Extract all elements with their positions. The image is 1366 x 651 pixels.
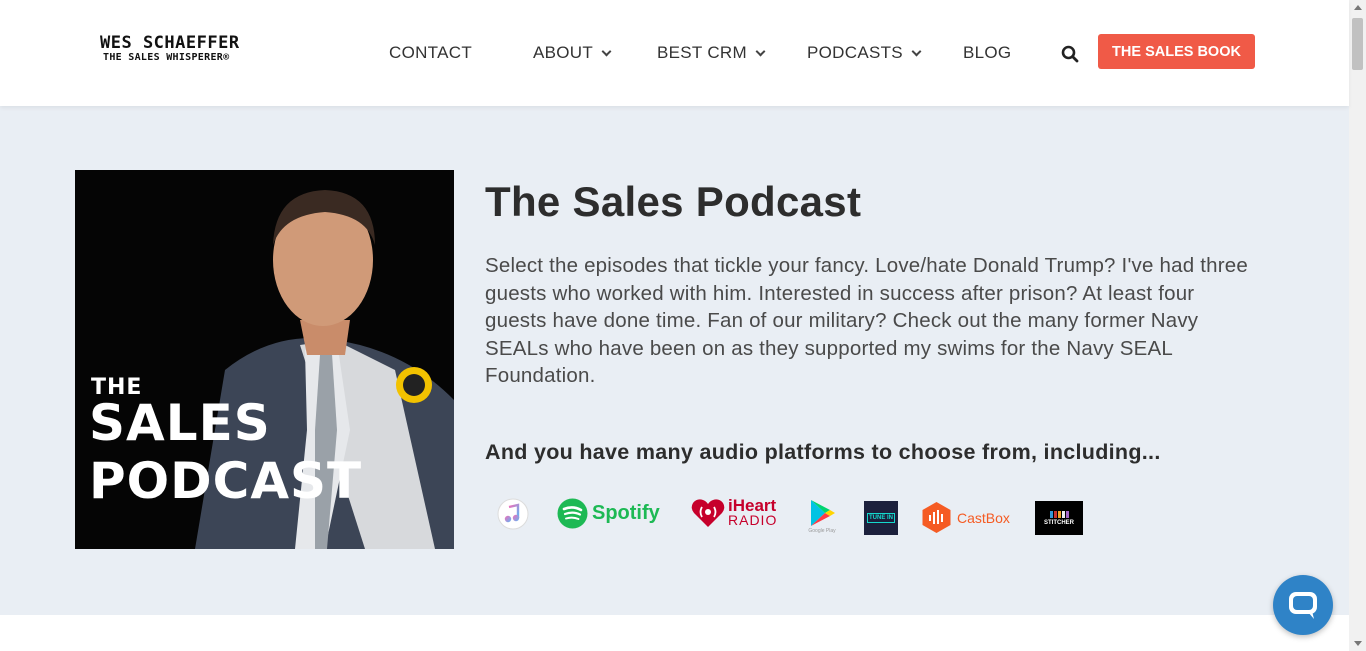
nav-blog-label: BLOG — [963, 43, 1012, 62]
platform-tunein[interactable]: TUNE IN — [864, 501, 898, 535]
nav-contact-label: CONTACT — [389, 43, 472, 62]
castbox-icon — [922, 502, 951, 533]
chevron-down-icon — [755, 46, 766, 56]
hero-section: THE SALES PODCAST The Sales Podcast Sele… — [0, 106, 1349, 615]
logo-name: WES SCHAEFFER — [100, 33, 240, 53]
apple-podcasts-icon — [497, 498, 529, 530]
platform-castbox[interactable]: CastBox — [921, 501, 1010, 534]
iheart-label: iHeart — [728, 496, 777, 515]
spotify-icon — [557, 498, 588, 529]
search-icon[interactable] — [1061, 45, 1079, 63]
google-play-label: Google Play — [808, 528, 836, 534]
logo-tagline: THE SALES WHISPERER® — [103, 52, 230, 63]
nav-podcasts-label: PODCASTS — [807, 43, 903, 62]
chat-button[interactable] — [1273, 575, 1333, 635]
nav-best-crm-label: BEST CRM — [657, 43, 747, 62]
nav-about-label: ABOUT — [533, 43, 594, 62]
google-play-icon — [811, 500, 835, 526]
page-title: The Sales Podcast — [485, 178, 862, 225]
platform-stitcher[interactable]: STITCHER — [1035, 501, 1083, 535]
castbox-label: CastBox — [957, 509, 1010, 526]
nav-blog[interactable]: BLOG — [963, 43, 1011, 63]
vertical-scrollbar[interactable] — [1349, 0, 1366, 651]
chat-icon — [1289, 592, 1317, 619]
nav-about[interactable]: ABOUT — [533, 43, 612, 63]
nav-best-crm[interactable]: BEST CRM — [657, 43, 766, 63]
stitcher-label: STITCHER — [1044, 519, 1074, 526]
iheart-sub-label: RADIO — [728, 512, 778, 528]
spotify-label: Spotify — [592, 502, 660, 524]
iheart-icon — [691, 499, 725, 527]
platform-apple-podcasts[interactable] — [497, 498, 529, 530]
sales-book-button[interactable]: THE SALES BOOK — [1098, 34, 1255, 69]
scroll-thumb[interactable] — [1352, 18, 1363, 70]
scroll-up-arrow-icon[interactable] — [1354, 5, 1362, 10]
next-section — [0, 615, 1349, 651]
tunein-label: TUNE IN — [867, 513, 895, 523]
chevron-down-icon — [911, 46, 922, 56]
nav-contact[interactable]: CONTACT — [389, 43, 472, 63]
cover-title-sales: SALES — [89, 394, 271, 452]
podcast-cover-image: THE SALES PODCAST — [75, 170, 454, 549]
cover-title-podcast: PODCAST — [89, 452, 363, 510]
platform-google-play[interactable]: Google Play — [808, 498, 836, 534]
scroll-down-arrow-icon[interactable] — [1354, 641, 1362, 646]
site-header: WES SCHAEFFER THE SALES WHISPERER® CONTA… — [0, 0, 1349, 106]
platform-spotify[interactable]: Spotify — [557, 498, 660, 529]
platform-iheartradio[interactable]: iHeart RADIO — [690, 496, 778, 528]
platforms-heading: And you have many audio platforms to cho… — [485, 440, 1161, 464]
chevron-down-icon — [601, 46, 612, 56]
podcast-description: Select the episodes that tickle your fan… — [485, 254, 1248, 387]
site-logo[interactable]: WES SCHAEFFER THE SALES WHISPERER® — [100, 34, 260, 64]
nav-podcasts[interactable]: PODCASTS — [807, 43, 922, 63]
page: WES SCHAEFFER THE SALES WHISPERER® CONTA… — [0, 0, 1366, 651]
